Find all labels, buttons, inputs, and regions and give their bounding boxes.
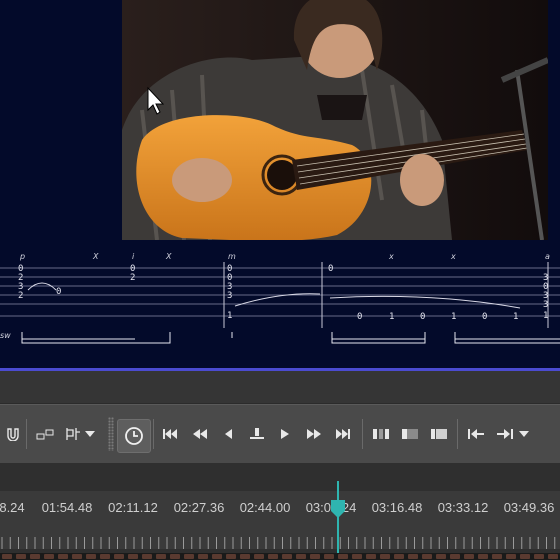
timeline-ruler[interactable]: 8.24 01:54.48 02:11.12 02:27.36 02:44.00… (0, 491, 560, 549)
step-back-icon[interactable] (215, 421, 241, 447)
film-frame (310, 554, 320, 559)
mark-out-icon[interactable] (492, 421, 518, 447)
toolbar-separator (26, 419, 27, 449)
toolbar-separator (362, 419, 363, 449)
tab-note: 2 (18, 291, 23, 301)
film-frame (534, 554, 544, 559)
tab-technique-mark: a (545, 252, 550, 261)
tab-note: 0 (420, 312, 425, 322)
tab-note: 3 (543, 300, 548, 310)
insert-clip-icon[interactable] (32, 421, 58, 447)
film-frame (478, 554, 488, 559)
go-to-start-icon[interactable] (157, 421, 183, 447)
playhead-line[interactable] (337, 481, 339, 560)
film-frame (44, 554, 54, 559)
film-frame (2, 554, 12, 559)
tab-technique-mark: i (132, 252, 135, 261)
film-frame (352, 554, 362, 559)
film-frame (548, 554, 558, 559)
fast-forward-icon[interactable] (301, 421, 327, 447)
tab-note: 2 (130, 273, 135, 283)
tab-technique-mark: X (92, 252, 99, 261)
film-frame (86, 554, 96, 559)
film-frame (268, 554, 278, 559)
film-frame (254, 554, 264, 559)
film-frame (58, 554, 68, 559)
guitar-performer-video-frame (122, 0, 548, 240)
film-frame (296, 554, 306, 559)
dropdown-icon[interactable] (82, 421, 98, 447)
tab-technique-mark: m (228, 252, 236, 261)
film-frame (282, 554, 292, 559)
tab-note: 1 (513, 312, 518, 322)
film-frame (198, 554, 208, 559)
tab-note: 1 (389, 312, 394, 322)
film-frame (30, 554, 40, 559)
film-frame (240, 554, 250, 559)
tab-note: 1 (543, 311, 548, 321)
toolbar-separator (457, 419, 458, 449)
film-frame (226, 554, 236, 559)
play-icon[interactable] (272, 421, 298, 447)
film-frame (184, 554, 194, 559)
tab-note: 1 (227, 311, 232, 321)
film-frame (16, 554, 26, 559)
tab-note: 3 (227, 291, 232, 301)
film-frame (506, 554, 516, 559)
film-frame (422, 554, 432, 559)
mark-in-icon[interactable] (463, 421, 489, 447)
film-frame (366, 554, 376, 559)
film-frame (450, 554, 460, 559)
film-frame (170, 554, 180, 559)
playhead-handle[interactable] (331, 500, 345, 518)
film-frame (436, 554, 446, 559)
timeline-panel[interactable]: 8.24 01:54.48 02:11.12 02:27.36 02:44.00… (0, 463, 560, 560)
stop-icon[interactable] (244, 421, 270, 447)
mark-dropdown-icon[interactable] (516, 421, 532, 447)
clock-icon[interactable] (117, 419, 151, 453)
rewind-icon[interactable] (187, 421, 213, 447)
film-frame (100, 554, 110, 559)
film-frame (338, 554, 348, 559)
video-preview-panel: p X i X m x x a 0 2 3 2 0 0 2 0 0 3 3 1 … (0, 0, 560, 368)
go-to-end-icon[interactable] (330, 421, 356, 447)
film-frame (464, 554, 474, 559)
tab-left-label: sw (0, 331, 11, 340)
film-frame (380, 554, 390, 559)
tab-note: 1 (451, 312, 456, 322)
tab-technique-mark: X (165, 252, 172, 261)
film-frame (156, 554, 166, 559)
film-frame (128, 554, 138, 559)
tab-technique-mark: x (388, 252, 394, 261)
view-3-icon[interactable] (426, 421, 452, 447)
tab-note: 0 (328, 264, 333, 274)
film-frame (324, 554, 334, 559)
film-frame (114, 554, 124, 559)
video-frame (122, 0, 548, 240)
film-frame (408, 554, 418, 559)
tab-note: 0 (482, 312, 487, 322)
tab-note: 0 (357, 312, 362, 322)
toolbar-separator (153, 419, 154, 449)
guitar-tablature: p X i X m x x a 0 2 3 2 0 0 2 0 0 3 3 1 … (0, 248, 560, 368)
view-2-icon[interactable] (397, 421, 423, 447)
film-frame (212, 554, 222, 559)
timeline-ticks (1, 537, 556, 549)
playback-toolbar (0, 404, 560, 464)
tab-note: 0 (56, 287, 61, 297)
view-1-icon[interactable] (368, 421, 394, 447)
film-frame (394, 554, 404, 559)
film-frame (142, 554, 152, 559)
timeline-track-filmstrip[interactable] (0, 553, 560, 560)
film-frame (520, 554, 530, 559)
panel-gap (0, 371, 560, 403)
snap-magnet-icon[interactable] (0, 421, 26, 447)
film-frame (492, 554, 502, 559)
tablature-staff: p X i X m x x a 0 2 3 2 0 0 2 0 0 3 3 1 … (0, 252, 560, 344)
tab-technique-mark: x (450, 252, 456, 261)
film-frame (72, 554, 82, 559)
toolbar-grip[interactable] (108, 417, 114, 451)
tab-technique-mark: p (19, 252, 25, 261)
